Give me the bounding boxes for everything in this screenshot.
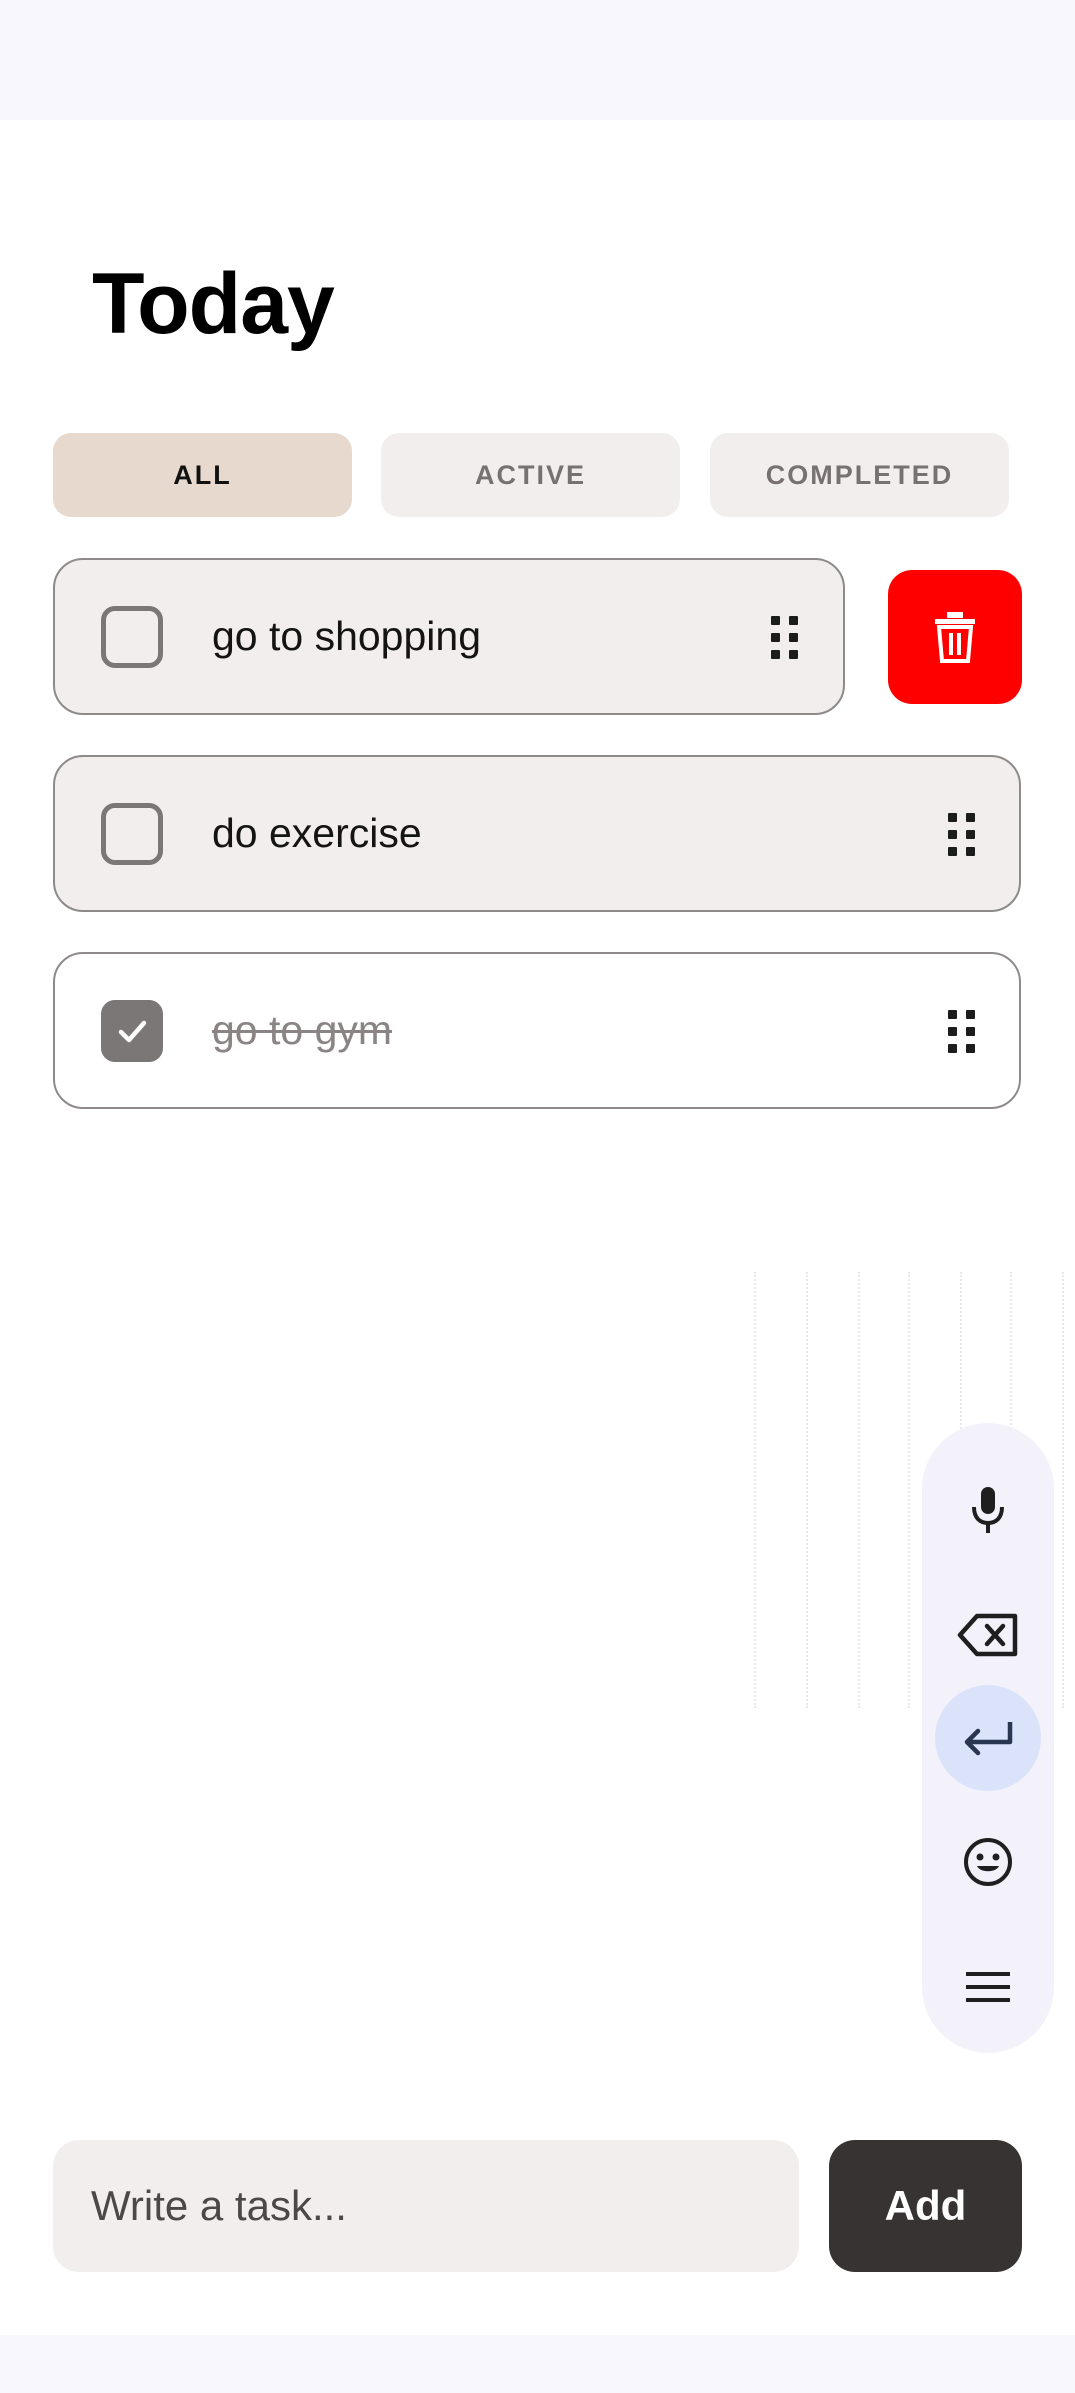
task-checkbox[interactable] — [101, 606, 163, 668]
menu-icon — [966, 1972, 1010, 2002]
task-label: go to shopping — [212, 613, 482, 659]
keyboard-toolbar — [922, 1423, 1054, 2053]
delete-task-button[interactable] — [888, 570, 1022, 704]
task-checkbox-checked[interactable] — [101, 1000, 163, 1062]
page-title: Today — [92, 256, 335, 352]
mic-icon — [972, 1487, 1004, 1533]
backspace-key[interactable] — [935, 1582, 1041, 1688]
filter-tab-completed[interactable]: COMPLETED — [710, 433, 1009, 517]
task-label: do exercise — [212, 810, 422, 856]
task-label: go to gym — [212, 1007, 393, 1053]
status-bar — [0, 0, 1075, 120]
emoji-icon — [964, 1838, 1012, 1886]
enter-icon — [964, 1722, 1013, 1756]
check-icon — [118, 1020, 147, 1043]
enter-key[interactable] — [935, 1685, 1041, 1791]
navigation-bar — [0, 2335, 1075, 2393]
drag-handle-icon[interactable] — [771, 616, 799, 660]
trash-icon — [935, 612, 975, 663]
filter-tab-all[interactable]: ALL — [53, 433, 352, 517]
backspace-icon — [957, 1613, 1018, 1657]
menu-key[interactable] — [935, 1934, 1041, 2040]
task-input[interactable] — [53, 2140, 799, 2272]
mic-key[interactable] — [935, 1457, 1041, 1563]
task-checkbox[interactable] — [101, 803, 163, 865]
drag-handle-icon[interactable] — [948, 1010, 976, 1054]
task-item-go-to-shopping[interactable]: go to shopping — [53, 558, 845, 715]
add-task-button[interactable]: Add — [829, 2140, 1022, 2272]
emoji-key[interactable] — [935, 1809, 1041, 1915]
drag-handle-icon[interactable] — [948, 813, 976, 857]
task-item-go-to-gym[interactable]: go to gym — [53, 952, 1021, 1109]
filter-tab-active[interactable]: ACTIVE — [381, 433, 680, 517]
task-item-do-exercise[interactable]: do exercise — [53, 755, 1021, 912]
